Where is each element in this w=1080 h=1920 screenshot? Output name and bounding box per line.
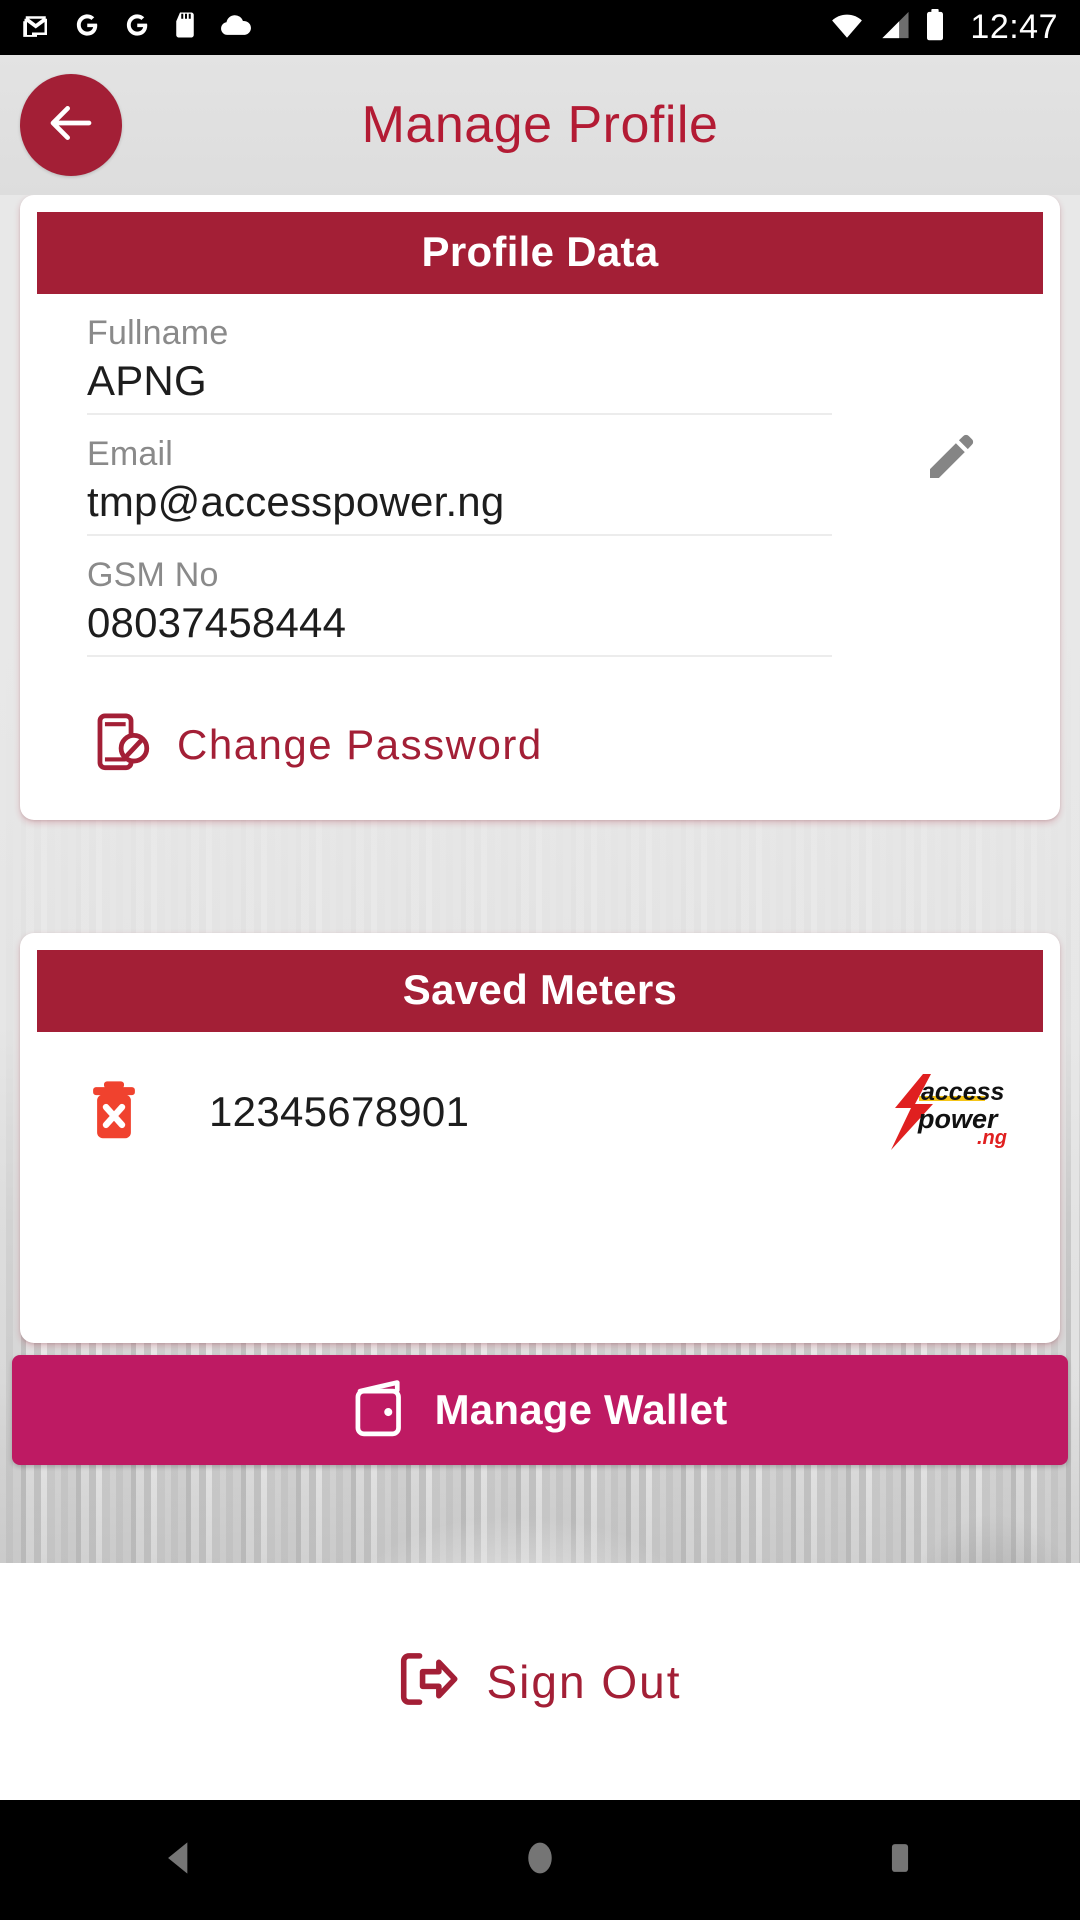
profile-fields: Fullname APNG Email tmp@accesspower.ng G… <box>37 294 858 677</box>
page-title: Manage Profile <box>361 96 719 154</box>
google-icon <box>72 10 102 45</box>
wallet-icon <box>353 1377 409 1444</box>
arrow-left-icon <box>44 96 98 155</box>
back-button[interactable] <box>20 74 122 176</box>
field-label-gsm-no: GSM No <box>87 556 219 594</box>
field-value-gsm-no: 08037458444 <box>87 599 347 646</box>
signal-icon <box>878 10 910 45</box>
manage-wallet-label: Manage Wallet <box>434 1386 728 1433</box>
phone-block-icon <box>97 713 151 776</box>
android-nav-bar <box>0 1800 1080 1920</box>
status-bar-left-icons <box>22 10 830 45</box>
profile-card-header: Profile Data <box>37 212 1043 294</box>
cloud-icon <box>218 12 252 43</box>
change-password-label: Change Password <box>177 720 543 768</box>
battery-icon <box>924 9 946 46</box>
svg-text:access: access <box>921 1078 1005 1106</box>
meter-number: 12345678901 <box>209 1088 470 1135</box>
field-gsm-no[interactable]: GSM No 08037458444 <box>87 556 832 657</box>
saved-meters-card-header: Saved Meters <box>37 950 1043 1032</box>
profile-form: Fullname APNG Email tmp@accesspower.ng G… <box>37 294 1043 677</box>
field-label-fullname: Fullname <box>87 314 229 352</box>
saved-meters-card: Saved Meters 12345678901 access power .n… <box>20 933 1060 1343</box>
status-bar: 12:47 <box>0 0 1080 55</box>
field-value-email: tmp@accesspower.ng <box>87 478 505 525</box>
gmail-icon <box>22 10 52 45</box>
status-bar-clock: 12:47 <box>970 8 1058 46</box>
svg-text:.ng: .ng <box>977 1127 1007 1149</box>
back-nav-icon[interactable] <box>158 1836 202 1885</box>
screen-body: Profile Data Fullname APNG Email tmp@acc… <box>0 195 1080 1800</box>
field-email[interactable]: Email tmp@accesspower.ng <box>87 435 832 536</box>
field-value-fullname: APNG <box>87 357 207 404</box>
meter-list-item[interactable]: 12345678901 access power .ng <box>37 1032 1043 1154</box>
pencil-icon <box>923 429 979 490</box>
trash-x-icon <box>87 1080 141 1145</box>
recents-nav-icon[interactable] <box>878 1836 922 1885</box>
field-fullname[interactable]: Fullname APNG <box>87 314 832 415</box>
status-bar-right-icons: 12:47 <box>830 8 1058 47</box>
logout-icon <box>399 1650 459 1713</box>
wifi-icon <box>830 10 864 45</box>
field-label-email: Email <box>87 435 174 473</box>
home-nav-icon[interactable] <box>518 1836 562 1885</box>
app-bar: Manage Profile <box>0 55 1080 195</box>
sign-out-label: Sign Out <box>486 1655 682 1708</box>
google-icon <box>122 10 152 45</box>
sign-out-button[interactable]: Sign Out <box>0 1563 1080 1800</box>
edit-profile-button[interactable] <box>858 294 1043 677</box>
manage-wallet-button[interactable]: Manage Wallet <box>12 1355 1068 1465</box>
sd-card-icon <box>172 10 198 45</box>
change-password-button[interactable]: Change Password <box>37 677 1043 776</box>
profile-data-card: Profile Data Fullname APNG Email tmp@acc… <box>20 195 1060 820</box>
delete-meter-button[interactable] <box>59 1080 169 1145</box>
access-power-ng-logo: access power .ng <box>871 1070 1021 1154</box>
